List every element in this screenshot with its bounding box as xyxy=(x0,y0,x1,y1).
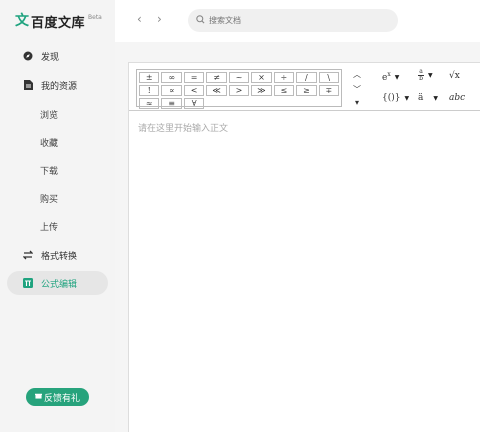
dropdown-arrow-icon: ▼ xyxy=(404,94,410,102)
symbol-button[interactable]: ~ xyxy=(228,72,250,83)
symbol-button[interactable]: ± xyxy=(139,72,160,83)
symbol-button[interactable]: = xyxy=(183,72,205,83)
arc-template[interactable]: abc xyxy=(449,93,465,103)
symbol-palette: ± ∞ = ≠ ~ × ÷ / \! ∝ < ≪ > ≫ ≤ ≥ ∓ ≈ ≡ ∀ xyxy=(136,69,342,109)
sidebar-item-my-resources[interactable]: 我的资源 xyxy=(7,73,108,97)
brand-name: 百度文库 xyxy=(31,15,86,31)
symbol-button[interactable]: ∝ xyxy=(161,85,182,96)
root-template[interactable]: √x xyxy=(449,71,460,81)
accent-icon: ä xyxy=(418,93,424,103)
search-input[interactable] xyxy=(209,16,389,25)
fraction-template[interactable]: ab ▼ xyxy=(418,69,433,82)
symbol-button[interactable]: ≤ xyxy=(273,85,295,96)
sidebar-item-uploads[interactable]: 上传 xyxy=(40,220,58,233)
swap-arrows-icon xyxy=(23,250,33,260)
chevron-up-icon[interactable]: ︿ xyxy=(353,69,361,80)
superscript-icon: ex xyxy=(382,71,391,83)
symbol-button[interactable]: < xyxy=(183,85,205,96)
sidebar-item-formula-edit[interactable]: 公式编辑 xyxy=(7,271,108,295)
compass-icon xyxy=(23,51,33,61)
superscript-template[interactable]: ex ▼ xyxy=(382,71,399,83)
accent-template[interactable]: ä ▼ xyxy=(418,93,438,103)
symbol-button[interactable]: ≡ xyxy=(161,98,182,109)
nth-root-icon: √x xyxy=(449,71,460,81)
symbol-button[interactable]: ≠ xyxy=(206,72,227,83)
chevron-down-icon[interactable]: ﹀ xyxy=(353,84,361,95)
sidebar-item-label: 公式编辑 xyxy=(41,279,78,290)
symbol-button[interactable]: ≈ xyxy=(139,98,160,109)
sidebar-item-downloads[interactable]: 下载 xyxy=(40,164,58,177)
beta-badge: Beta xyxy=(88,13,102,21)
gift-icon xyxy=(34,392,42,402)
sidebar: 文 百度文库 Beta 发现 我的资源 浏览 收藏 下载 购买 上传 格式转换 … xyxy=(0,0,115,432)
bracket-template[interactable]: {()} ▼ xyxy=(382,93,409,103)
symbol-button[interactable]: ∞ xyxy=(161,72,182,83)
expand-palette-icon[interactable]: ▾ xyxy=(355,98,359,107)
sidebar-item-purchases[interactable]: 购买 xyxy=(40,192,58,205)
symbol-button[interactable]: / xyxy=(296,72,317,83)
brand-logo[interactable]: 文 百度文库 Beta xyxy=(15,12,102,31)
formula-toolbar: ± ∞ = ≠ ~ × ÷ / \! ∝ < ≪ > ≫ ≤ ≥ ∓ ≈ ≡ ∀ ︿ ﹀ ▾ ex ▼ ab ▼ √x… xyxy=(129,63,480,111)
symbol-button[interactable]: ≫ xyxy=(251,85,272,96)
dropdown-arrow-icon: ▼ xyxy=(428,72,433,79)
sidebar-item-label: 我的资源 xyxy=(41,81,78,92)
search-box[interactable] xyxy=(188,9,398,32)
symbol-button[interactable]: ! xyxy=(139,85,160,96)
wenku-logo-icon: 文 xyxy=(15,13,29,29)
sidebar-item-discover[interactable]: 发现 xyxy=(7,44,108,68)
symbol-button[interactable]: ≪ xyxy=(206,85,227,96)
symbol-button[interactable]: ÷ xyxy=(273,72,295,83)
symbol-button[interactable]: \ xyxy=(318,72,339,83)
palette-scroll[interactable]: ︿ ﹀ ▾ xyxy=(352,69,362,107)
feedback-label: 反馈有礼 xyxy=(43,393,80,404)
sidebar-item-favorites[interactable]: 收藏 xyxy=(40,136,58,149)
symbol-button[interactable]: ∓ xyxy=(318,85,339,96)
document-icon xyxy=(23,80,33,90)
fraction-icon: ab xyxy=(418,68,424,82)
sidebar-item-label: 格式转换 xyxy=(41,251,78,262)
symbol-button[interactable]: ≥ xyxy=(296,85,317,96)
overarc-icon: abc xyxy=(449,93,466,103)
brace-paren-icon: {()} xyxy=(382,93,401,103)
editor-placeholder[interactable]: 请在这里开始输入正文 xyxy=(138,121,228,134)
symbol-button[interactable]: × xyxy=(251,72,272,83)
sidebar-item-browse[interactable]: 浏览 xyxy=(40,108,58,121)
forward-icon[interactable]: › xyxy=(157,12,162,26)
symbol-button[interactable]: > xyxy=(228,85,250,96)
feedback-button[interactable]: 反馈有礼 xyxy=(26,388,89,406)
back-icon[interactable]: ‹ xyxy=(137,12,142,26)
formula-editor: ± ∞ = ≠ ~ × ÷ / \! ∝ < ≪ > ≫ ≤ ≥ ∓ ≈ ≡ ∀ ︿ ﹀ ▾ ex ▼ ab ▼ √x… xyxy=(128,62,480,432)
dropdown-arrow-icon: ▼ xyxy=(394,73,400,81)
top-bar: ‹ › xyxy=(115,0,480,42)
dropdown-arrow-icon: ▼ xyxy=(433,94,438,102)
symbol-button[interactable]: ∀ xyxy=(183,98,205,109)
sidebar-item-label: 发现 xyxy=(41,52,60,63)
pi-formula-icon xyxy=(23,278,33,288)
sidebar-item-format-convert[interactable]: 格式转换 xyxy=(7,243,108,267)
search-icon xyxy=(196,15,205,26)
